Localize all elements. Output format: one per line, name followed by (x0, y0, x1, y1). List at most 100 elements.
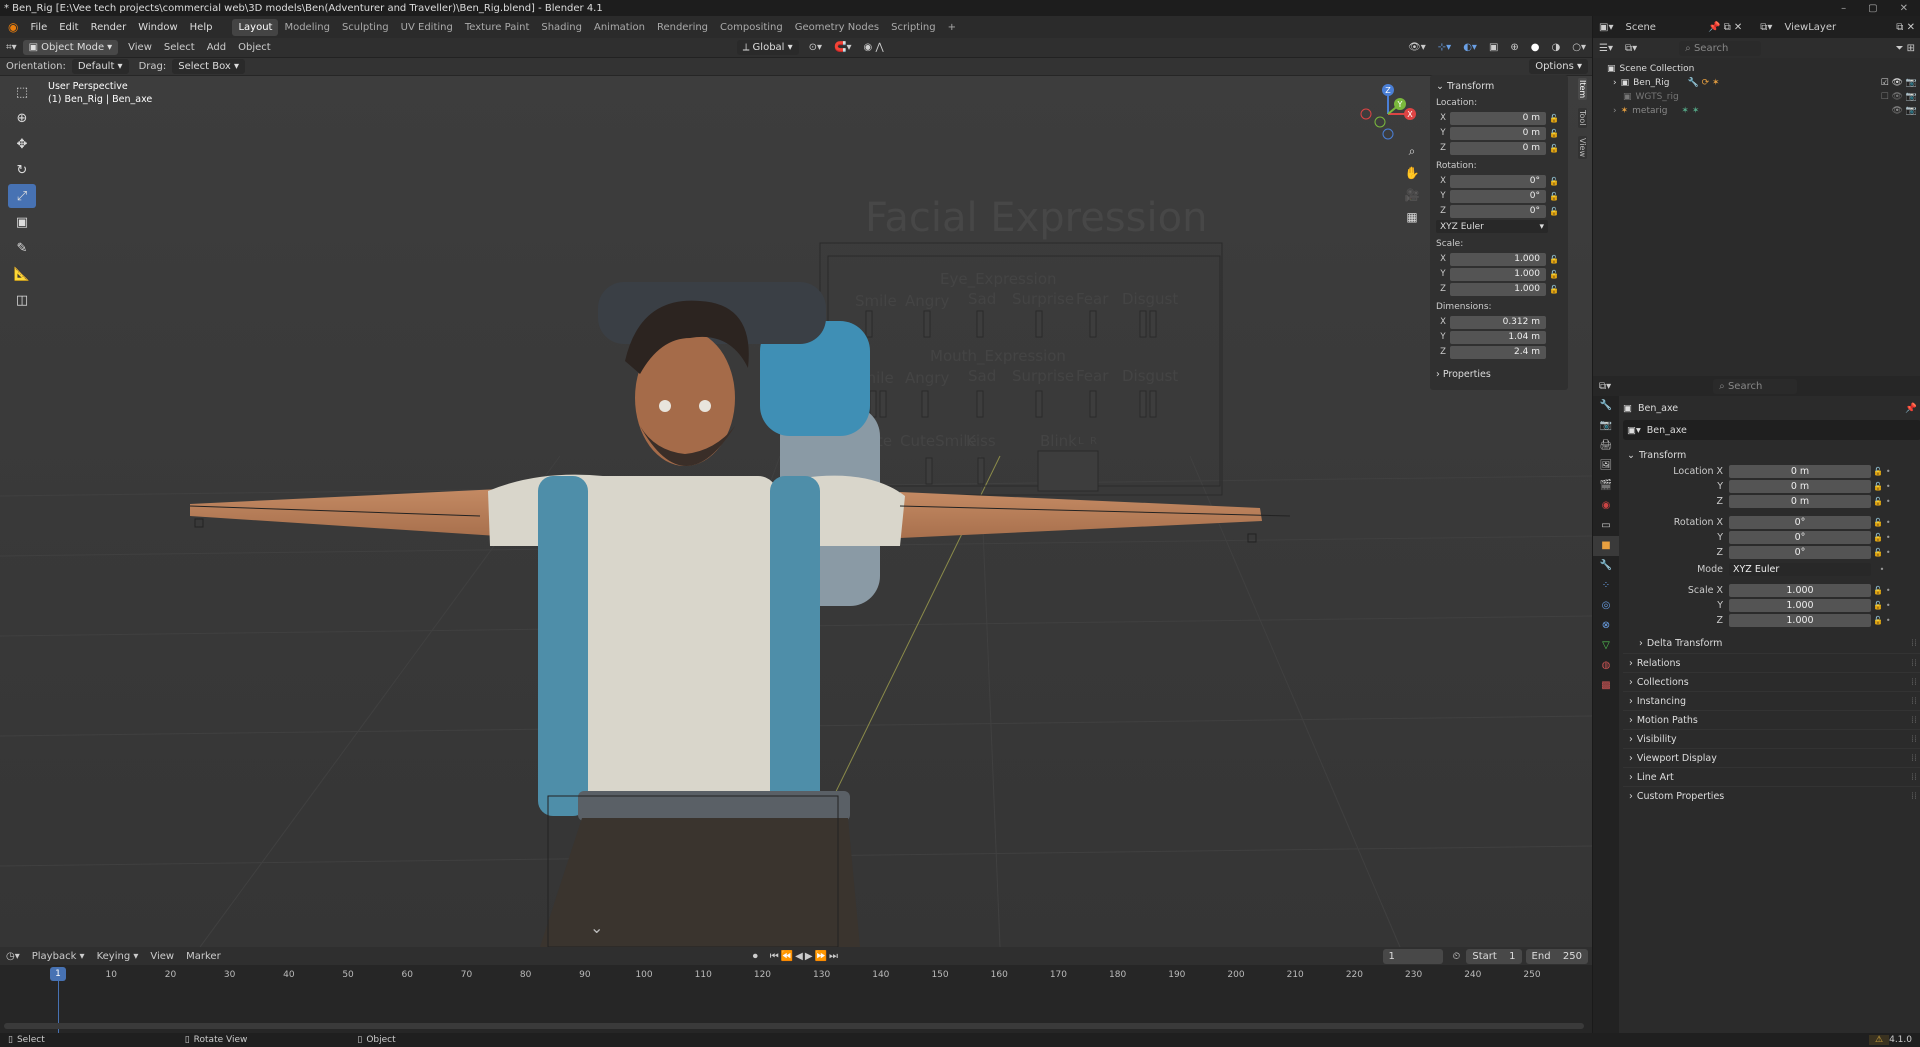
tab-geometry-nodes[interactable]: Geometry Nodes (789, 19, 885, 36)
constraints-tab-icon[interactable]: ⊗ (1593, 616, 1619, 636)
tree-item-metarig[interactable]: › ✶ metarig ✶ ✶ 👁 📷 (1607, 104, 1917, 118)
menu-object[interactable]: Object (232, 42, 277, 53)
tab-texture-paint[interactable]: Texture Paint (459, 19, 536, 36)
current-frame-field[interactable]: 1 (1382, 948, 1443, 964)
npanel-scale-z-field[interactable]: 1.000 (1450, 282, 1546, 296)
lock-icon[interactable]: 🔓 • (1871, 548, 1893, 557)
tab-rendering[interactable]: Rendering (651, 19, 714, 36)
npanel-scale-y-field[interactable]: 1.000 (1450, 267, 1546, 281)
section-viewport-display[interactable]: › Viewport Display ⁞⁞ (1623, 748, 1920, 767)
lock-icon[interactable]: 🔓 • (1871, 467, 1893, 476)
tab-scripting[interactable]: Scripting (885, 19, 941, 36)
section-visibility[interactable]: › Visibility ⁞⁞ (1623, 729, 1920, 748)
section-relations[interactable]: › Relations ⁞⁞ (1623, 653, 1920, 672)
keyframe-dot-icon[interactable]: • (1871, 565, 1893, 574)
rotation-z-field[interactable]: 0° (1729, 546, 1871, 559)
tab-sculpting[interactable]: Sculpting (336, 19, 395, 36)
output-tab-icon[interactable]: 🖨 (1593, 436, 1619, 456)
world-tab-icon[interactable]: ◉ (1593, 496, 1619, 516)
tab-animation[interactable]: Animation (588, 19, 651, 36)
lock-icon[interactable]: 🔓 • (1871, 518, 1893, 527)
timeline[interactable]: ◷▾ Playback ▾ Keying ▾ View Marker ⏺ ⏮⏪◀… (0, 947, 1592, 1037)
proportional-edit-icon[interactable]: ◉ ⋀ (858, 42, 890, 53)
tab-tool[interactable]: Tool (1578, 108, 1587, 128)
measure-tool-icon[interactable]: 📐 (8, 262, 36, 286)
tab-item[interactable]: Item (1578, 78, 1587, 101)
orientation-dropdown[interactable]: Default ▾ (71, 59, 129, 74)
collection-tab-icon[interactable]: ▭ (1593, 516, 1619, 536)
outliner-editor-icon[interactable]: ☰▾ (1593, 43, 1619, 54)
expand-chevron-icon[interactable]: ⌄ (590, 918, 603, 937)
texture-tab-icon[interactable]: ▩ (1593, 676, 1619, 696)
menu-window[interactable]: Window (132, 22, 183, 33)
timeline-menu-playback[interactable]: Playback ▾ (26, 951, 91, 962)
lock-icon[interactable]: 🔓 • (1871, 601, 1893, 610)
visibility-icon[interactable]: 👁▾ (1402, 42, 1432, 53)
properties-search-input[interactable]: ⌕ Search (1713, 378, 1798, 394)
npanel-rotation-mode-dropdown[interactable]: XYZ Euler ▾ (1436, 220, 1548, 233)
rotate-tool-icon[interactable]: ↻ (8, 158, 36, 182)
rotation-x-field[interactable]: 0° (1729, 516, 1871, 529)
grid-view-icon[interactable]: ▦ (1402, 210, 1422, 232)
add-workspace-icon[interactable]: + (942, 19, 962, 36)
timeline-menu-keying[interactable]: Keying ▾ (91, 951, 145, 962)
scale-x-field[interactable]: 1.000 (1729, 584, 1871, 597)
lock-icon[interactable]: 🔓 • (1871, 482, 1893, 491)
transform-section-header[interactable]: ⌄ Transform (1623, 446, 1920, 464)
menu-render[interactable]: Render (85, 22, 133, 33)
scale-y-field[interactable]: 1.000 (1729, 599, 1871, 612)
menu-edit[interactable]: Edit (53, 22, 84, 33)
section-motion-paths[interactable]: › Motion Paths ⁞⁞ (1623, 710, 1920, 729)
npanel-location-x-field[interactable]: 0 m (1450, 111, 1546, 125)
record-icon[interactable]: ⏺ (747, 951, 764, 962)
lock-icon[interactable]: 🔓 • (1871, 533, 1893, 542)
menu-help[interactable]: Help (184, 22, 219, 33)
shading-solid-icon[interactable]: ● (1525, 42, 1546, 53)
scene-tab-icon[interactable]: 🎬 (1593, 476, 1619, 496)
menu-view[interactable]: View (122, 42, 158, 53)
location-x-field[interactable]: 0 m (1729, 465, 1871, 478)
npanel-rotation-y-field[interactable]: 0° (1450, 189, 1546, 203)
properties-editor[interactable]: ⧉▾ ⌕ Search 🔧 📷 🖨 🖼 🎬 ◉ ▭ ■ 🔧 ⁘ ◎ ⊗ ▽ ◍ … (1592, 376, 1920, 1033)
scene-icon[interactable]: ▣▾ (1593, 22, 1619, 33)
xray-icon[interactable]: ▣ (1483, 42, 1504, 53)
playback-controls[interactable]: ⏮⏪◀▶⏩⏭ (764, 951, 846, 962)
lock-icon[interactable]: 🔓 (1546, 285, 1562, 294)
location-y-field[interactable]: 0 m (1729, 480, 1871, 493)
pan-hand-icon[interactable]: ✋ (1402, 166, 1422, 188)
material-tab-icon[interactable]: ◍ (1593, 656, 1619, 676)
tab-compositing[interactable]: Compositing (714, 19, 789, 36)
location-z-field[interactable]: 0 m (1729, 495, 1871, 508)
visibility-toggles[interactable]: ☑ 👁 📷 (1881, 78, 1917, 88)
warning-icon[interactable]: ⚠ (1869, 1035, 1890, 1045)
lock-icon[interactable]: 🔓 (1546, 114, 1562, 123)
particles-tab-icon[interactable]: ⁘ (1593, 576, 1619, 596)
menu-add[interactable]: Add (201, 42, 232, 53)
timeline-editor-icon[interactable]: ◷▾ (0, 951, 26, 962)
render-tab-icon[interactable]: 📷 (1593, 416, 1619, 436)
start-frame-field[interactable]: Start 1 (1466, 948, 1522, 964)
timeline-menu-view[interactable]: View (144, 951, 180, 962)
menu-file[interactable]: File (24, 22, 53, 33)
lock-icon[interactable]: 🔓 (1546, 177, 1562, 186)
overlay-toggle-icon[interactable]: ◐▾ (1457, 42, 1483, 53)
object-tab-icon[interactable]: ■ (1593, 536, 1619, 556)
section-line-art[interactable]: › Line Art ⁞⁞ (1623, 767, 1920, 786)
clock-icon[interactable]: ⏲ (1447, 951, 1467, 962)
scale-tool-icon[interactable]: ⤢ (8, 184, 36, 208)
snap-icon[interactable]: 🧲▾ (828, 42, 857, 53)
zoom-icon[interactable]: ⌕ (1402, 144, 1422, 166)
outliner[interactable]: ▣▾ Scene 📌 ⧉ ✕ ⧉▾ ViewLayer ⧉ ✕ ☰▾ ⧉▾ ⌕ … (1592, 16, 1920, 376)
tab-modeling[interactable]: Modeling (278, 19, 336, 36)
pin-icon[interactable]: 📌 (1905, 403, 1920, 414)
viewlayer-icon[interactable]: ⧉▾ (1754, 22, 1778, 33)
tree-item-scene-collection[interactable]: ▣ Scene Collection (1607, 62, 1917, 76)
menu-select[interactable]: Select (158, 42, 201, 53)
3d-viewport[interactable]: Facial Expression Eye_Expression Mouth_E… (0, 38, 1592, 947)
timeline-menu-marker[interactable]: Marker (180, 951, 227, 962)
view-layer-tab-icon[interactable]: 🖼 (1593, 456, 1619, 476)
lock-icon[interactable]: 🔓 • (1871, 586, 1893, 595)
npanel-properties-header[interactable]: › Properties (1436, 369, 1562, 380)
npanel-dimensions-x-field[interactable]: 0.312 m (1450, 315, 1546, 329)
tool-tab-icon[interactable]: 🔧 (1593, 396, 1619, 416)
